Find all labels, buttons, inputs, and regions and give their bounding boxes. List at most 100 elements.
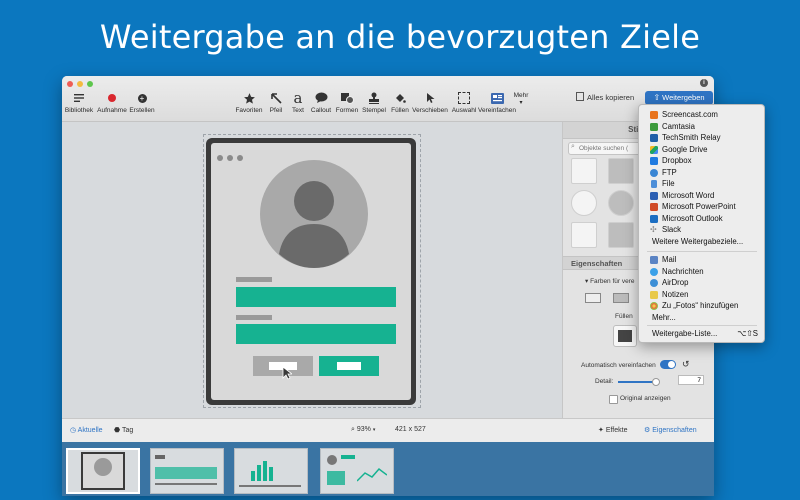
tool-selection[interactable]: Auswahl	[450, 91, 478, 114]
more-button[interactable]: Mehr ▾	[510, 92, 532, 106]
tool-move[interactable]: Verschieben	[412, 91, 448, 114]
style-swatch[interactable]	[608, 222, 634, 248]
properties-button[interactable]: ⚙ Eigenschaften	[644, 426, 697, 434]
tool-text[interactable]: a Text	[288, 89, 308, 114]
color-picker-2[interactable]	[613, 293, 629, 303]
headline: Weitergabe an die bevorzugten Ziele	[99, 18, 701, 56]
thumbnail-item[interactable]	[150, 448, 224, 494]
share-list-item[interactable]: Weitergabe-Liste... ⌥⇧S	[639, 328, 764, 340]
copy-all-button[interactable]: Alles kopieren	[572, 91, 638, 105]
zoom-window-button[interactable]	[87, 81, 93, 87]
show-original-checkbox[interactable]	[609, 395, 618, 404]
tool-favorites[interactable]: Favoriten	[234, 91, 264, 114]
share-item-label: Screencast.com	[662, 110, 718, 119]
style-swatch[interactable]	[608, 158, 634, 184]
auto-simplify-toggle[interactable]	[660, 360, 676, 369]
canvas-area[interactable]	[62, 122, 562, 418]
share-item-google-drive[interactable]: Google Drive	[639, 144, 764, 156]
share-item-ftp[interactable]: FTP	[639, 167, 764, 179]
detail-label: Detail:	[595, 378, 614, 385]
color-picker-1[interactable]	[585, 293, 601, 303]
share-item-file[interactable]: File	[639, 178, 764, 190]
effects-icon: ✦	[598, 427, 606, 434]
tool-shapes[interactable]: Formen	[334, 91, 360, 114]
photos-icon	[650, 302, 658, 310]
share-item-screencast[interactable]: Screencast.com	[639, 109, 764, 121]
tool-fill[interactable]: Füllen	[388, 91, 412, 114]
tool-callout[interactable]: Callout	[308, 91, 334, 114]
mockup-input-field	[236, 324, 396, 344]
text-icon: a	[293, 89, 303, 107]
search-icon: ⌕	[571, 143, 575, 150]
more-system-item[interactable]: Mehr...	[639, 312, 764, 324]
share-item-notes[interactable]: Notizen	[639, 289, 764, 301]
tool-stamp[interactable]: Stempel	[360, 91, 388, 114]
more-destinations-item[interactable]: Weitere Weitergabeziele...	[639, 236, 764, 248]
share-item-label: FTP	[662, 167, 677, 177]
style-swatch[interactable]	[571, 222, 597, 248]
record-button[interactable]: Aufnahme	[96, 91, 128, 114]
share-item-photos[interactable]: Zu „Fotos“ hinzufügen	[639, 300, 764, 312]
fill-color-well[interactable]	[613, 325, 637, 347]
share-item-label: Microsoft Word	[662, 190, 715, 200]
mockup-label-line	[236, 315, 272, 320]
star-icon	[243, 92, 255, 104]
library-icon	[74, 94, 84, 102]
ftp-icon	[650, 168, 658, 177]
share-item-powerpoint[interactable]: Microsoft PowerPoint	[639, 201, 764, 213]
effects-button[interactable]: ✦ Effekte	[598, 426, 627, 434]
tool-callout-label: Callout	[310, 107, 332, 114]
toolbar: i Bibliothek Aufnahme + Erstellen Favori…	[62, 76, 714, 122]
share-item-mail[interactable]: Mail	[639, 254, 764, 266]
outlook-icon	[650, 214, 658, 223]
share-item-outlook[interactable]: Microsoft Outlook	[639, 213, 764, 225]
tag-button[interactable]: ⬣ Tag	[114, 426, 133, 434]
mockup-input-field	[236, 287, 396, 307]
share-item-techsmith-relay[interactable]: TechSmith Relay	[639, 132, 764, 144]
thumbnail-tray	[62, 442, 714, 496]
recent-button[interactable]: ◷ Aktuelle	[70, 426, 103, 434]
share-item-dropbox[interactable]: Dropbox	[639, 155, 764, 167]
reset-icon[interactable]: ↺	[682, 359, 690, 370]
share-item-camtasia[interactable]: Camtasia	[639, 121, 764, 133]
colors-label[interactable]: ▾ Farben für vere	[585, 277, 635, 285]
share-item-slack[interactable]: ✣ Slack	[639, 224, 764, 236]
zoom-control[interactable]: ⌕ 93% ▾	[351, 426, 375, 434]
mockup-device	[206, 138, 416, 405]
chevron-down-icon: ▾	[519, 100, 523, 106]
statusbar: ◷ Aktuelle ⬣ Tag ⌕ 93% ▾ 421 x 527 ✦ Eff…	[62, 418, 714, 443]
thumbnail-item[interactable]	[234, 448, 308, 494]
info-icon[interactable]: i	[700, 79, 708, 87]
more-system-label: Mehr...	[652, 312, 676, 322]
create-icon: +	[137, 93, 147, 103]
thumbnail-item[interactable]	[320, 448, 394, 494]
share-button[interactable]: ⇧ Weitergeben	[645, 91, 713, 105]
zoom-value: 93%	[356, 426, 371, 433]
share-item-messages[interactable]: Nachrichten	[639, 266, 764, 278]
menu-separator	[647, 325, 757, 326]
style-swatch[interactable]	[571, 190, 597, 216]
share-item-label: AirDrop	[662, 278, 689, 287]
minimize-window-button[interactable]	[77, 81, 83, 87]
word-icon	[650, 191, 658, 200]
create-button[interactable]: + Erstellen	[128, 91, 156, 114]
tag-label: Tag	[121, 427, 134, 434]
share-item-label: Slack	[662, 225, 682, 234]
shapes-icon	[340, 93, 354, 104]
thumbnail-item[interactable]	[66, 448, 140, 494]
callout-icon	[315, 92, 327, 103]
notes-icon	[650, 290, 658, 299]
library-button[interactable]: Bibliothek	[64, 91, 94, 114]
tool-arrow[interactable]: Pfeil	[264, 91, 288, 114]
record-label: Aufnahme	[97, 107, 127, 114]
detail-slider[interactable]	[618, 378, 660, 386]
image-dimensions: 421 x 527	[395, 426, 426, 433]
detail-value-field[interactable]: 7	[678, 375, 704, 385]
share-item-airdrop[interactable]: AirDrop	[639, 277, 764, 289]
close-window-button[interactable]	[67, 81, 73, 87]
share-item-word[interactable]: Microsoft Word	[639, 190, 764, 202]
style-swatch[interactable]	[571, 158, 597, 184]
tool-stamp-label: Stempel	[362, 107, 386, 114]
share-item-label: Microsoft PowerPoint	[662, 202, 736, 211]
style-swatch[interactable]	[608, 190, 634, 216]
